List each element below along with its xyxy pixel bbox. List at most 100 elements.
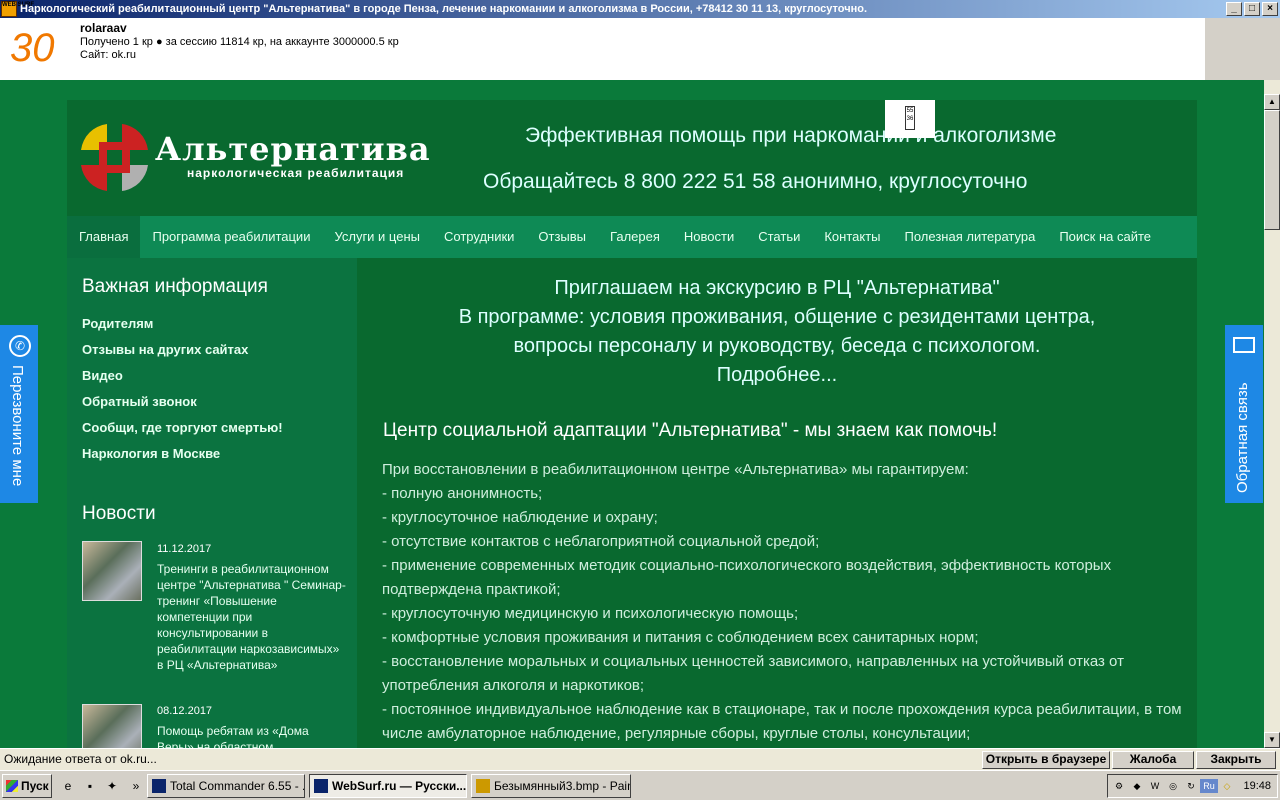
minimize-button[interactable]: _ — [1226, 2, 1242, 16]
close-window-button[interactable]: × — [1262, 2, 1278, 16]
sidebar: Важная информация Родителям Отзывы на др… — [67, 258, 357, 748]
start-label: Пуск — [21, 779, 49, 793]
paragraph-line: - круглосуточное наблюдение и охрану; — [382, 509, 658, 526]
timer-countdown: 30 — [10, 26, 55, 70]
nav-program[interactable]: Программа реабилитации — [140, 216, 322, 258]
nav-services[interactable]: Услуги и цены — [322, 216, 432, 258]
open-in-browser-button[interactable]: Открыть в браузере — [982, 751, 1110, 769]
feedback-tab[interactable]: Обратная связь — [1225, 325, 1263, 503]
sidebar-heading: Важная информация — [82, 276, 268, 297]
taskbar: Пуск e ▪ ✦ » Total Commander 6.55 - ... … — [0, 770, 1280, 800]
news-thumbnail[interactable] — [82, 541, 142, 601]
counter-widget-text: 55 36 — [905, 106, 915, 130]
site-container: Альтернатива наркологическая реабилитаци… — [67, 100, 1197, 748]
paragraph-line: - отсутствие контактов с неблагоприятной… — [382, 533, 820, 550]
nav-reviews[interactable]: Отзывы — [526, 216, 598, 258]
nav-gallery[interactable]: Галерея — [598, 216, 672, 258]
nav-contacts[interactable]: Контакты — [812, 216, 892, 258]
username-label: rolaraav — [80, 21, 127, 35]
paragraph-line: При восстановлении в реабилитационном це… — [382, 461, 969, 478]
sidebar-link-callback[interactable]: Обратный звонок — [82, 394, 197, 409]
task-label: WebSurf.ru — Русски... — [332, 779, 467, 793]
header-phone[interactable]: Обращайтесь 8 800 222 51 58 анонимно, кр… — [483, 170, 1027, 194]
info-bar-gray-area — [1205, 18, 1280, 80]
promo-line: В программе: условия проживания, общение… — [458, 306, 1096, 328]
surf-info-bar: 30 rolaraav Получено 1 кр ● за сессию 11… — [0, 18, 1205, 80]
promo-line: Приглашаем на экскурсию в РЦ "Альтернати… — [554, 277, 1000, 299]
sidebar-link-reviews[interactable]: Отзывы на других сайтах — [82, 342, 248, 357]
network-tray-icon[interactable]: ⚙ — [1112, 779, 1126, 793]
credit-stats: Получено 1 кр ● за сессию 11814 кр, на а… — [80, 36, 399, 48]
maximize-button[interactable]: □ — [1244, 2, 1260, 16]
sidebar-link-video[interactable]: Видео — [82, 368, 123, 383]
news-thumbnail[interactable] — [82, 704, 142, 748]
nav-home[interactable]: Главная — [67, 216, 141, 258]
news-date: 11.12.2017 — [157, 543, 212, 555]
paragraph-line: - полную анонимность; — [382, 485, 543, 502]
websurf-tray-icon[interactable]: W — [1148, 779, 1162, 793]
paragraph-line: - круглосуточную медицинскую и психологи… — [382, 605, 799, 622]
excursion-promo[interactable]: Приглашаем на экскурсию в РЦ "Альтернати… — [357, 274, 1197, 390]
paragraph-line: - комфортные условия проживания и питани… — [382, 629, 979, 646]
header-headline: Эффективная помощь при наркомании и алко… — [525, 124, 1057, 147]
feedback-tab-label: Обратная связь — [1234, 382, 1251, 493]
paint-icon — [476, 779, 490, 793]
phone-icon: ✆ — [9, 335, 31, 357]
chevron-right-icon[interactable]: » — [128, 778, 144, 794]
sidebar-link-moscow[interactable]: Наркология в Москве — [82, 446, 220, 461]
scrollbar-thumb[interactable] — [1264, 110, 1280, 230]
window-titlebar[interactable]: WEB SURF Наркологический реабилитационны… — [0, 0, 1280, 18]
alternativa-logo-icon — [77, 120, 152, 195]
nav-literature[interactable]: Полезная литература — [893, 216, 1048, 258]
clock: 19:48 — [1243, 780, 1271, 792]
task-total-commander[interactable]: Total Commander 6.55 - ... — [147, 774, 305, 798]
news-item-text[interactable]: Тренинги в реабилитационном центре "Альт… — [157, 561, 347, 673]
brand-name: Альтернатива — [155, 130, 431, 168]
current-site: Сайт: ok.ru — [80, 49, 136, 61]
total-commander-icon — [152, 779, 166, 793]
vertical-scrollbar[interactable]: ▲ ▼ — [1264, 80, 1280, 748]
scroll-up-arrow-icon[interactable]: ▲ — [1264, 94, 1280, 110]
main-content: Приглашаем на экскурсию в РЦ "Альтернати… — [357, 258, 1197, 748]
news-heading: Новости — [82, 503, 156, 524]
task-websurf[interactable]: WebSurf.ru — Русски... — [309, 774, 467, 798]
browser-viewport[interactable]: Альтернатива наркологическая реабилитаци… — [0, 80, 1264, 748]
websurf-app-icon: WEB SURF — [1, 1, 34, 17]
paragraph-line: - восстановление моральных и социальных … — [382, 653, 1124, 694]
main-heading: Центр социальной адаптации "Альтернатива… — [383, 420, 998, 441]
callback-tab[interactable]: ✆ Перезвоните мне — [0, 325, 38, 503]
news-item-text[interactable]: Помощь ребятам из «Дома Веры» на областн… — [157, 723, 347, 748]
start-button[interactable]: Пуск — [2, 774, 52, 798]
warning-tray-icon[interactable]: ◇ — [1220, 779, 1234, 793]
nav-news[interactable]: Новости — [672, 216, 746, 258]
save-icon[interactable]: ▪ — [82, 778, 98, 794]
status-text: Ожидание ответа от ok.ru... — [4, 752, 157, 766]
scroll-down-arrow-icon[interactable]: ▼ — [1264, 732, 1280, 748]
tools-icon[interactable]: ✦ — [104, 778, 120, 794]
task-label: Total Commander 6.55 - ... — [170, 779, 305, 793]
counter-widget[interactable]: 55 36 — [885, 100, 935, 138]
nav-staff[interactable]: Сотрудники — [432, 216, 526, 258]
paragraph-line: - постоянное индивидуальное наблюдение к… — [382, 701, 1182, 742]
promo-more-link[interactable]: Подробнее... — [357, 361, 1197, 390]
sidebar-link-report[interactable]: Сообщи, где торгуют смертью! — [82, 420, 283, 435]
task-paint[interactable]: Безымянный3.bmp - Paint — [471, 774, 631, 798]
main-paragraph: При восстановлении в реабилитационном це… — [382, 458, 1182, 746]
nav-search[interactable]: Поиск на сайте — [1047, 216, 1163, 258]
brand-subtitle: наркологическая реабилитация — [187, 166, 405, 180]
globe-tray-icon[interactable]: ◎ — [1166, 779, 1180, 793]
task-label: Безымянный3.bmp - Paint — [494, 779, 631, 793]
complain-button[interactable]: Жалоба — [1112, 751, 1194, 769]
nav-articles[interactable]: Статьи — [746, 216, 812, 258]
shield-tray-icon[interactable]: ◆ — [1130, 779, 1144, 793]
sidebar-link-parents[interactable]: Родителям — [82, 316, 153, 331]
refresh-tray-icon[interactable]: ↻ — [1184, 779, 1198, 793]
websurf-icon — [314, 779, 328, 793]
paragraph-line: - применение современных методик социаль… — [382, 557, 1112, 598]
promo-line: вопросы персоналу и руководству, беседа … — [513, 335, 1041, 357]
close-button[interactable]: Закрыть — [1196, 751, 1276, 769]
ie-icon[interactable]: e — [60, 778, 76, 794]
status-bar: Ожидание ответа от ok.ru... Открыть в бр… — [0, 748, 1280, 770]
language-indicator[interactable]: Ru — [1200, 779, 1218, 793]
system-tray: ⚙ ◆ W ◎ ↻ Ru ◇ 19:48 — [1107, 774, 1278, 798]
